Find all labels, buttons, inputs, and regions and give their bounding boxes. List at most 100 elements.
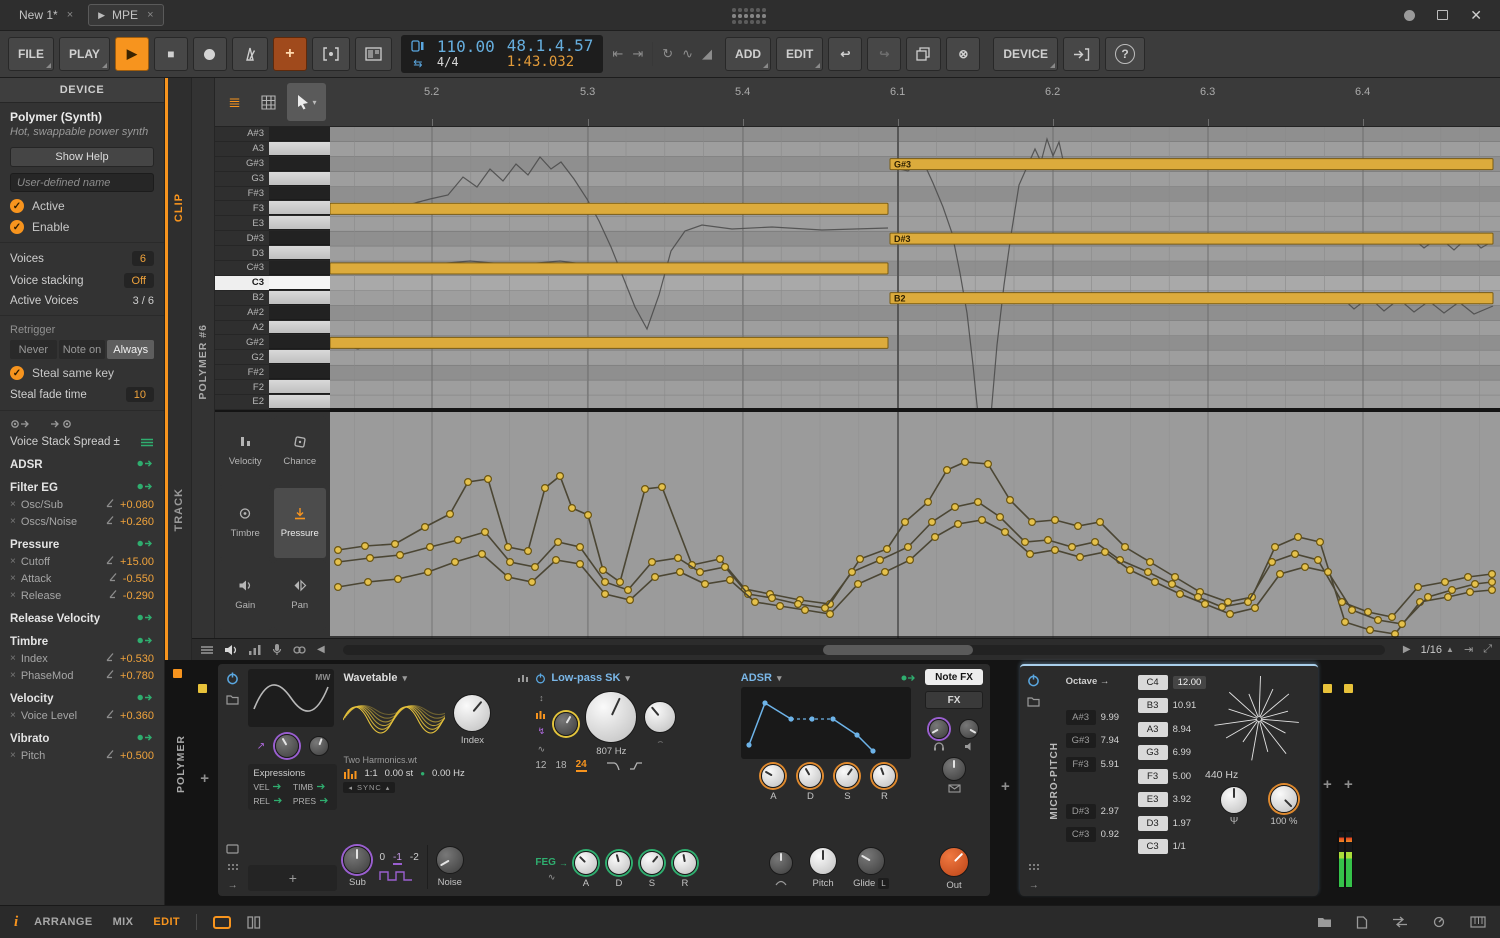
- pressure-point[interactable]: [1245, 599, 1252, 606]
- osc-ratio-value[interactable]: 1:1: [364, 768, 377, 779]
- play-menu-button[interactable]: PLAY: [59, 37, 110, 71]
- wavetable-display[interactable]: [343, 687, 445, 753]
- note-grid[interactable]: G#3D#3B2: [330, 127, 1500, 410]
- tuning-amount-knob[interactable]: [1270, 785, 1298, 813]
- pressure-point[interactable]: [1177, 591, 1184, 598]
- mod-source-pressure[interactable]: Pressure: [10, 539, 154, 551]
- pressure-point[interactable]: [1445, 594, 1452, 601]
- link-icon[interactable]: [292, 645, 307, 655]
- pressure-point[interactable]: [397, 552, 404, 559]
- pressure-point[interactable]: [532, 564, 539, 571]
- scrollbar-handle[interactable]: [823, 645, 973, 655]
- white-key[interactable]: [269, 172, 330, 186]
- pressure-point[interactable]: [702, 581, 709, 588]
- tuning-value[interactable]: 5.00: [1173, 771, 1192, 782]
- delete-button[interactable]: ⊗: [946, 37, 980, 71]
- mod-amount-value[interactable]: -0.290: [123, 590, 154, 602]
- pressure-point[interactable]: [1367, 627, 1374, 634]
- feg-r-knob[interactable]: R: [673, 851, 697, 889]
- pressure-point[interactable]: [1225, 599, 1232, 606]
- sync-tag[interactable]: ◂SYNC▴: [343, 782, 395, 793]
- loop-icon[interactable]: ↻: [662, 46, 673, 62]
- add-device-end-button-2[interactable]: +: [1344, 776, 1353, 793]
- amp-env-a-knob[interactable]: A: [761, 764, 785, 802]
- pressure-point[interactable]: [1252, 605, 1259, 612]
- mod-amount-value[interactable]: -0.550: [123, 573, 154, 585]
- pressure-point[interactable]: [697, 569, 704, 576]
- pressure-point[interactable]: [717, 556, 724, 563]
- tuning-row-d3[interactable]: D31.97: [1138, 814, 1192, 832]
- tuning-row-ds3[interactable]: D#32.97: [1066, 802, 1120, 820]
- tuning-value[interactable]: 10.91: [1173, 700, 1197, 711]
- tuning-value[interactable]: 12.00: [1173, 676, 1207, 689]
- mod-depth-knob[interactable]: [309, 736, 329, 756]
- scroll-right-icon[interactable]: ▶: [1403, 644, 1411, 655]
- pressure-point[interactable]: [1227, 611, 1234, 618]
- piano-key-fs2[interactable]: F#2: [215, 365, 330, 380]
- tuning-row-a3[interactable]: A38.94: [1138, 720, 1192, 738]
- pressure-point[interactable]: [602, 591, 609, 598]
- mod-target-phasemod[interactable]: ×PhaseMod+0.780: [10, 669, 154, 682]
- tuning-value[interactable]: 9.99: [1101, 712, 1120, 723]
- pressure-point[interactable]: [882, 569, 889, 576]
- expression-route-timb[interactable]: TIMB: [293, 782, 333, 792]
- mod-source-timbre[interactable]: Timbre: [10, 636, 154, 648]
- tab-close-icon[interactable]: ×: [147, 9, 153, 21]
- pressure-point[interactable]: [335, 559, 342, 566]
- pressure-point[interactable]: [857, 556, 864, 563]
- track-lane-strip[interactable]: POLYMER #6: [192, 78, 215, 638]
- pressure-point[interactable]: [1302, 564, 1309, 571]
- close-window-icon[interactable]: ✕: [1470, 7, 1482, 24]
- env-type-selector[interactable]: ADSR: [741, 672, 772, 684]
- pressure-point[interactable]: [659, 484, 666, 491]
- pressure-point[interactable]: [975, 499, 982, 506]
- pressure-point[interactable]: [1442, 579, 1449, 586]
- sub-octave--1[interactable]: -1: [393, 852, 402, 865]
- expression-tab-gain[interactable]: Gain: [219, 560, 272, 630]
- remove-modulation-icon[interactable]: ×: [10, 750, 16, 761]
- white-key[interactable]: [269, 380, 330, 394]
- device-chain-track-margin[interactable]: POLYMER +: [165, 660, 215, 905]
- mod-target-osc-sub[interactable]: ×Osc/Sub+0.080: [10, 498, 154, 511]
- pressure-point[interactable]: [877, 557, 884, 564]
- pressure-point[interactable]: [1077, 554, 1084, 561]
- piano-key-f2[interactable]: F2: [215, 380, 330, 395]
- monitor-level-knob[interactable]: [959, 719, 979, 739]
- tuning-row-e3[interactable]: E33.92: [1138, 791, 1192, 809]
- midi-note-gs3[interactable]: [890, 159, 1493, 170]
- amp-env-d-knob[interactable]: D: [798, 764, 822, 802]
- pressure-point[interactable]: [1122, 544, 1129, 551]
- pressure-point[interactable]: [617, 579, 624, 586]
- mod-amount-knob[interactable]: [275, 734, 299, 758]
- remove-modulation-icon[interactable]: ×: [10, 670, 16, 681]
- pressure-point[interactable]: [392, 541, 399, 548]
- tuning-row-as3[interactable]: A#39.99: [1066, 708, 1120, 726]
- pressure-point[interactable]: [455, 537, 462, 544]
- tuning-row-c3[interactable]: C31/1: [1138, 838, 1186, 856]
- piano-key-a2[interactable]: A2: [215, 321, 330, 336]
- env-amount-knob[interactable]: [942, 757, 966, 781]
- tuning-value[interactable]: 6.99: [1173, 747, 1192, 758]
- remove-modulation-icon[interactable]: ×: [10, 710, 16, 721]
- file-menu-button[interactable]: FILE: [8, 37, 54, 71]
- glide-legato-badge[interactable]: L: [878, 878, 888, 889]
- pressure-point[interactable]: [1127, 567, 1134, 574]
- midi-note-f3[interactable]: [330, 203, 888, 214]
- pressure-point[interactable]: [1052, 517, 1059, 524]
- view-mix[interactable]: MIX: [113, 916, 134, 928]
- expression-tab-timbre[interactable]: Timbre: [219, 488, 272, 558]
- pressure-point[interactable]: [827, 611, 834, 618]
- pressure-point[interactable]: [507, 559, 514, 566]
- jump-forward-icon[interactable]: ⇥: [632, 46, 643, 62]
- pressure-point[interactable]: [1389, 614, 1396, 621]
- white-key[interactable]: [269, 276, 330, 290]
- sub-knob[interactable]: [343, 846, 371, 874]
- pressure-point[interactable]: [907, 557, 914, 564]
- white-key[interactable]: [269, 395, 330, 409]
- pressure-point[interactable]: [422, 524, 429, 531]
- reuse-voices-icon[interactable]: [50, 419, 72, 429]
- file-panel-icon[interactable]: [1356, 916, 1368, 929]
- piano-key-gs3[interactable]: G#3: [215, 157, 330, 172]
- pressure-point[interactable]: [955, 521, 962, 528]
- pressure-point[interactable]: [577, 561, 584, 568]
